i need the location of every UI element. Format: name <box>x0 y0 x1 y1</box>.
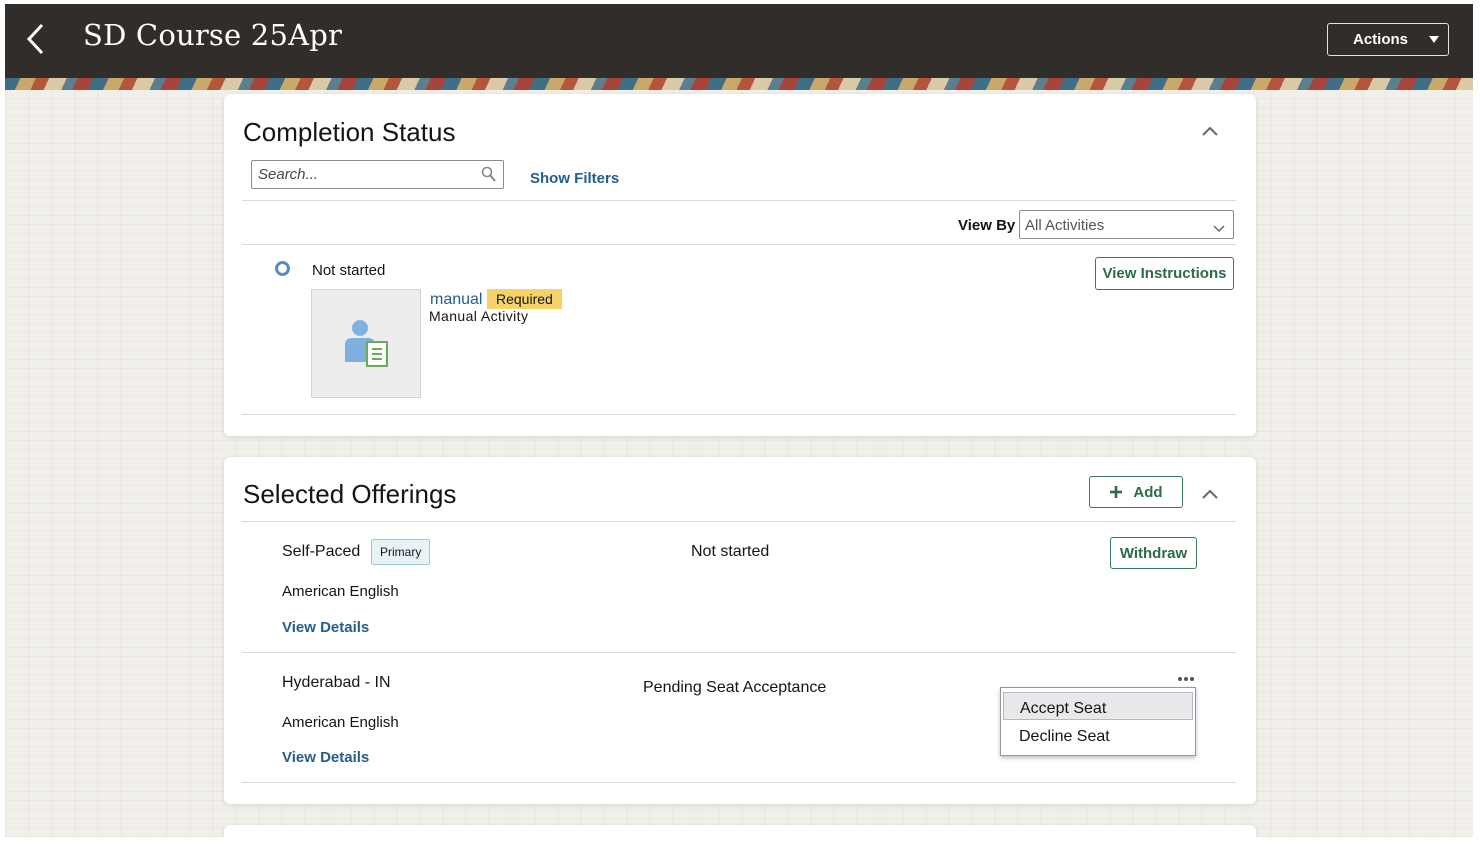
view-by-value: All Activities <box>1025 217 1105 234</box>
view-instructions-button[interactable]: View Instructions <box>1095 257 1234 290</box>
offering-language: American English <box>282 714 399 731</box>
more-options-icon[interactable] <box>1176 675 1196 683</box>
activity-thumbnail <box>311 289 421 398</box>
view-details-link[interactable]: View Details <box>282 749 369 766</box>
caret-down-icon <box>1429 36 1439 43</box>
divider <box>242 414 1236 415</box>
divider <box>242 244 1236 245</box>
seat-options-menu: Accept Seat Decline Seat <box>1000 687 1196 756</box>
page-header: SD Course 25Apr Actions <box>5 4 1473 78</box>
next-card-peek <box>224 825 1256 837</box>
plus-icon <box>1109 485 1123 499</box>
divider <box>242 782 1236 783</box>
actions-label: Actions <box>1353 31 1409 48</box>
activity-name-link[interactable]: manual <box>430 291 482 309</box>
decline-seat-menu-item[interactable]: Decline Seat <box>1003 721 1193 749</box>
required-badge: Required <box>487 289 562 309</box>
show-filters-link[interactable]: Show Filters <box>530 170 619 187</box>
activity-status: Not started <box>312 262 386 279</box>
offering-name: Hyderabad - IN <box>282 674 391 691</box>
divider <box>242 200 1236 201</box>
completion-status-card: Completion Status Show Filters View By A… <box>224 94 1256 436</box>
offering-status: Not started <box>691 543 770 560</box>
search-input[interactable] <box>258 161 473 187</box>
completion-status-title: Completion Status <box>243 117 456 147</box>
decorative-banner <box>5 78 1473 90</box>
app-frame: SD Course 25Apr Actions Completion Statu… <box>5 4 1473 837</box>
actions-menu-button[interactable]: Actions <box>1327 23 1449 56</box>
activity-type: Manual Activity <box>429 308 529 324</box>
accept-seat-menu-item[interactable]: Accept Seat <box>1003 692 1193 720</box>
primary-badge: Primary <box>371 539 431 565</box>
back-arrow-icon[interactable] <box>25 22 47 56</box>
view-details-link[interactable]: View Details <box>282 619 369 636</box>
selected-offerings-card: Selected Offerings Add Self-Paced Primar… <box>224 457 1256 804</box>
withdraw-button[interactable]: Withdraw <box>1110 537 1197 569</box>
search-field <box>251 160 504 189</box>
offering-name: Self-Paced <box>282 543 361 560</box>
offering-status: Pending Seat Acceptance <box>643 679 827 696</box>
add-label: Add <box>1133 483 1163 501</box>
view-by-label: View By <box>958 217 1016 234</box>
offering-language: American English <box>282 583 399 600</box>
selected-offerings-title: Selected Offerings <box>243 479 457 509</box>
collapse-chevron-up-icon[interactable] <box>1201 487 1219 499</box>
chevron-down-icon <box>1213 220 1225 233</box>
manual-activity-icon <box>343 319 391 374</box>
search-icon[interactable] <box>481 166 497 184</box>
page-title: SD Course 25Apr <box>83 18 343 52</box>
divider <box>242 652 1236 653</box>
view-by-select[interactable]: All Activities <box>1019 210 1234 239</box>
divider <box>242 521 1236 522</box>
add-offering-button[interactable]: Add <box>1089 476 1183 508</box>
collapse-chevron-up-icon[interactable] <box>1201 124 1219 136</box>
not-started-status-icon <box>275 261 290 276</box>
